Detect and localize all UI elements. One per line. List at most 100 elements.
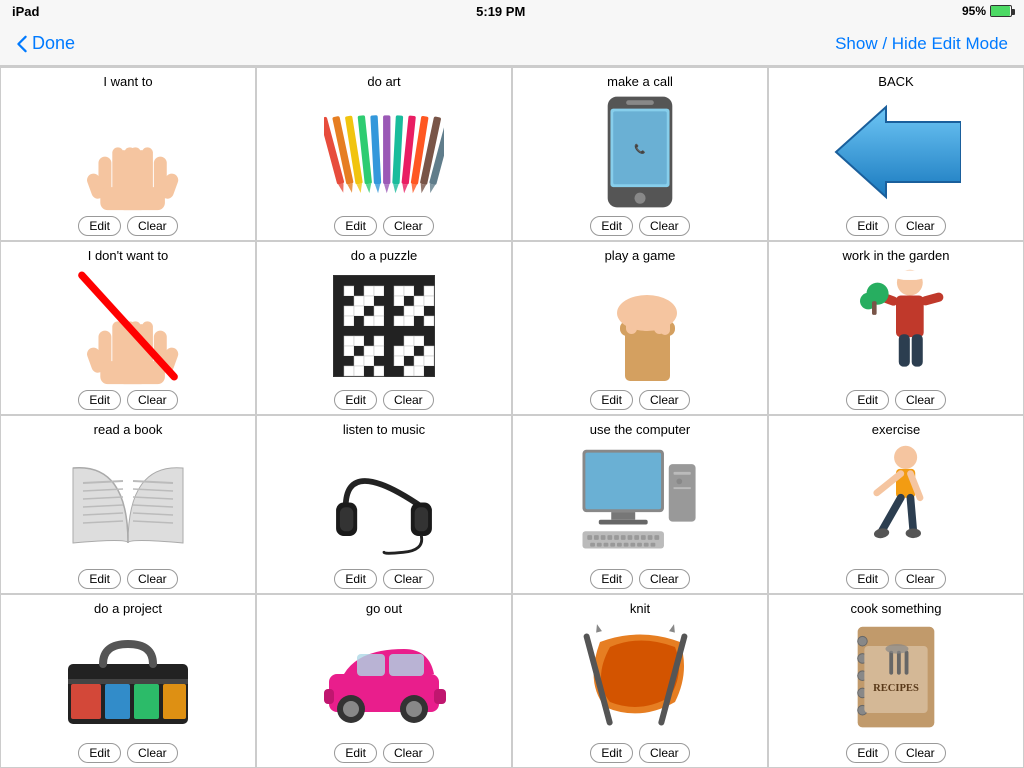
cell-label-go-out: go out <box>366 601 402 617</box>
cell-label-cook-something: cook something <box>850 601 941 617</box>
clear-button-use-the-computer[interactable]: Clear <box>639 569 690 589</box>
clear-button-do-art[interactable]: Clear <box>383 216 434 236</box>
cell-buttons-read-a-book: Edit Clear <box>78 569 177 589</box>
grid-cell-play-a-game[interactable]: play a game Edit Clear <box>512 241 768 415</box>
grid-cell-use-the-computer[interactable]: use the computer Edit Clear <box>512 415 768 594</box>
grid-cell-work-in-the-garden[interactable]: work in the garden Edit Clear <box>768 241 1024 415</box>
edit-button-knit[interactable]: Edit <box>590 743 633 763</box>
cell-label-back: BACK <box>878 74 913 90</box>
cell-buttons-exercise: Edit Clear <box>846 569 945 589</box>
cell-buttons-i-want-to: Edit Clear <box>78 216 177 236</box>
time: 5:19 PM <box>39 4 962 19</box>
battery-percent: 95% <box>962 4 986 18</box>
cell-buttons-listen-to-music: Edit Clear <box>334 569 433 589</box>
cell-label-exercise: exercise <box>872 422 920 438</box>
cell-label-use-the-computer: use the computer <box>590 422 690 438</box>
grid-cell-do-art[interactable]: do art <box>256 67 512 241</box>
back-chevron-icon <box>16 35 28 53</box>
cell-buttons-play-a-game: Edit Clear <box>590 390 689 410</box>
cell-image-read-a-book <box>5 440 251 565</box>
clear-button-back[interactable]: Clear <box>895 216 946 236</box>
cell-image-back <box>773 92 1019 212</box>
edit-button-exercise[interactable]: Edit <box>846 569 889 589</box>
edit-button-do-a-project[interactable]: Edit <box>78 743 121 763</box>
cell-label-do-a-project: do a project <box>94 601 162 617</box>
done-button[interactable]: Done <box>16 33 75 54</box>
clear-button-knit[interactable]: Clear <box>639 743 690 763</box>
grid-cell-do-a-puzzle[interactable]: do a puzzle Edit Clear <box>256 241 512 415</box>
grid-cell-read-a-book[interactable]: read a book Edit Clear <box>0 415 256 594</box>
grid-cell-do-a-project[interactable]: do a project Edit Clear <box>0 594 256 768</box>
cell-buttons-i-dont-want-to: Edit Clear <box>78 390 177 410</box>
edit-button-back[interactable]: Edit <box>846 216 889 236</box>
cell-label-do-art: do art <box>367 74 400 90</box>
cell-image-exercise <box>773 440 1019 565</box>
clear-button-do-a-puzzle[interactable]: Clear <box>383 390 434 410</box>
clear-button-go-out[interactable]: Clear <box>383 743 434 763</box>
grid-cell-exercise[interactable]: exercise Edit Clear <box>768 415 1024 594</box>
edit-button-do-a-puzzle[interactable]: Edit <box>334 390 377 410</box>
grid-cell-cook-something[interactable]: cook something RECIPES Edit Clear <box>768 594 1024 768</box>
cell-label-listen-to-music: listen to music <box>343 422 425 438</box>
clear-button-do-a-project[interactable]: Clear <box>127 743 178 763</box>
edit-button-go-out[interactable]: Edit <box>334 743 377 763</box>
cell-label-read-a-book: read a book <box>94 422 163 438</box>
grid-cell-i-dont-want-to[interactable]: I don't want to <box>0 241 256 415</box>
edit-button-use-the-computer[interactable]: Edit <box>590 569 633 589</box>
edit-button-listen-to-music[interactable]: Edit <box>334 569 377 589</box>
cell-buttons-make-a-call: Edit Clear <box>590 216 689 236</box>
cell-label-do-a-puzzle: do a puzzle <box>351 248 418 264</box>
cell-buttons-work-in-the-garden: Edit Clear <box>846 390 945 410</box>
cell-buttons-go-out: Edit Clear <box>334 743 433 763</box>
edit-button-make-a-call[interactable]: Edit <box>590 216 633 236</box>
cell-buttons-do-art: Edit Clear <box>334 216 433 236</box>
cell-label-play-a-game: play a game <box>605 248 676 264</box>
main-grid: I want to Edit <box>0 66 1024 768</box>
status-bar: iPad 5:19 PM 95% <box>0 0 1024 22</box>
cell-image-work-in-the-garden <box>773 266 1019 386</box>
grid-cell-back[interactable]: BACK Edit Clear <box>768 67 1024 241</box>
show-hide-edit-mode-button[interactable]: Show / Hide Edit Mode <box>835 34 1008 54</box>
cell-label-i-want-to: I want to <box>103 74 152 90</box>
edit-button-play-a-game[interactable]: Edit <box>590 390 633 410</box>
cell-image-do-art <box>261 92 507 212</box>
clear-button-i-want-to[interactable]: Clear <box>127 216 178 236</box>
grid-cell-i-want-to[interactable]: I want to Edit <box>0 67 256 241</box>
nav-bar: Done Show / Hide Edit Mode <box>0 22 1024 66</box>
cell-buttons-back: Edit Clear <box>846 216 945 236</box>
cell-buttons-use-the-computer: Edit Clear <box>590 569 689 589</box>
edit-button-read-a-book[interactable]: Edit <box>78 569 121 589</box>
grid-cell-listen-to-music[interactable]: listen to music Edit Clear <box>256 415 512 594</box>
battery-fill <box>991 6 1010 16</box>
edit-button-do-art[interactable]: Edit <box>334 216 377 236</box>
cell-image-listen-to-music <box>261 440 507 565</box>
grid-cell-go-out[interactable]: go out Edit Clear <box>256 594 512 768</box>
cell-image-do-a-project <box>5 619 251 739</box>
cell-image-i-want-to <box>5 92 251 212</box>
clear-button-i-dont-want-to[interactable]: Clear <box>127 390 178 410</box>
clear-button-work-in-the-garden[interactable]: Clear <box>895 390 946 410</box>
cell-label-work-in-the-garden: work in the garden <box>843 248 950 264</box>
clear-button-exercise[interactable]: Clear <box>895 569 946 589</box>
clear-button-read-a-book[interactable]: Clear <box>127 569 178 589</box>
clear-button-cook-something[interactable]: Clear <box>895 743 946 763</box>
edit-button-i-dont-want-to[interactable]: Edit <box>78 390 121 410</box>
cell-image-make-a-call: 📞 <box>517 92 763 212</box>
clear-button-listen-to-music[interactable]: Clear <box>383 569 434 589</box>
edit-button-cook-something[interactable]: Edit <box>846 743 889 763</box>
grid-cell-knit[interactable]: knit Edit Clear <box>512 594 768 768</box>
cell-image-play-a-game <box>517 266 763 386</box>
svg-text:📞: 📞 <box>634 143 646 155</box>
cell-image-knit <box>517 619 763 739</box>
cell-buttons-do-a-project: Edit Clear <box>78 743 177 763</box>
cell-image-cook-something: RECIPES <box>773 619 1019 739</box>
cell-buttons-knit: Edit Clear <box>590 743 689 763</box>
battery-icon <box>990 5 1012 17</box>
edit-button-i-want-to[interactable]: Edit <box>78 216 121 236</box>
cell-image-do-a-puzzle <box>261 266 507 386</box>
clear-button-play-a-game[interactable]: Clear <box>639 390 690 410</box>
clear-button-make-a-call[interactable]: Clear <box>639 216 690 236</box>
edit-button-work-in-the-garden[interactable]: Edit <box>846 390 889 410</box>
grid-cell-make-a-call[interactable]: make a call 📞 Edit Clear <box>512 67 768 241</box>
cell-buttons-do-a-puzzle: Edit Clear <box>334 390 433 410</box>
